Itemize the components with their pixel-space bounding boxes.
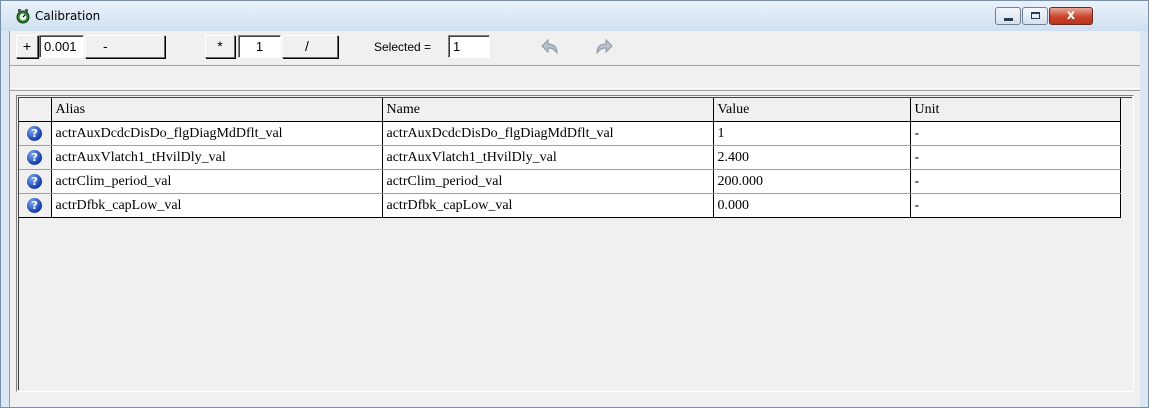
column-header-value[interactable]: Value [713,98,911,122]
selected-input[interactable]: 1 [448,35,490,58]
calibration-window: Calibration x + 0.001 - * 1 / Selected =… [0,0,1149,408]
column-header-unit[interactable]: Unit [910,98,1121,122]
status-bar [10,65,1140,91]
window-title: Calibration [35,9,101,23]
value-cell[interactable]: 2.400 [713,145,911,170]
row-icon-cell: ? [19,145,52,170]
table-row[interactable]: ? actrDfbk_capLow_val actrDfbk_capLow_va… [19,193,1121,218]
help-icon[interactable]: ? [27,125,43,141]
value-cell[interactable]: 200.000 [713,169,911,194]
alias-cell[interactable]: actrAuxVlatch1_tHvilDly_val [51,145,383,170]
redo-arrow-icon[interactable] [590,35,616,58]
maximize-button[interactable] [1022,7,1048,25]
row-icon-cell: ? [19,121,52,146]
step-input[interactable]: 0.001 [39,35,84,58]
undo-arrow-icon[interactable] [538,35,564,58]
calibration-table: Alias Name Value Unit ? actrAuxDcdcDisDo… [19,98,1121,218]
multiply-button[interactable]: * [205,35,235,58]
close-button[interactable]: x [1049,7,1093,25]
value-cell[interactable]: 0.000 [713,193,911,218]
column-header-name[interactable]: Name [382,98,714,122]
increment-button[interactable]: + [16,35,38,58]
maximize-icon [1031,12,1040,19]
table-row[interactable]: ? actrClim_period_val actrClim_period_va… [19,169,1121,194]
name-cell[interactable]: actrClim_period_val [382,169,714,194]
divide-button[interactable]: / [282,35,338,58]
row-indicator-header [19,98,52,122]
name-cell[interactable]: actrAuxDcdcDisDo_flgDiagMdDflt_val [382,121,714,146]
column-header-alias[interactable]: Alias [51,98,383,122]
table-header-row: Alias Name Value Unit [19,98,1121,122]
row-icon-cell: ? [19,169,52,194]
close-icon: x [1066,8,1076,23]
row-icon-cell: ? [19,193,52,218]
selected-label: Selected = [374,40,432,54]
toolbar: + 0.001 - * 1 / Selected = 1 [10,31,1140,63]
alias-cell[interactable]: actrDfbk_capLow_val [51,193,383,218]
name-cell[interactable]: actrDfbk_capLow_val [382,193,714,218]
unit-cell[interactable]: - [910,193,1121,218]
calibration-gauge-icon [16,9,30,24]
unit-cell[interactable]: - [910,145,1121,170]
help-icon[interactable]: ? [27,149,43,165]
table-row[interactable]: ? actrAuxVlatch1_tHvilDly_val actrAuxVla… [19,145,1121,170]
factor-input[interactable]: 1 [238,35,281,58]
title-bar[interactable]: Calibration x [1,1,1148,31]
unit-cell[interactable]: - [910,169,1121,194]
decrement-button[interactable]: - [85,35,165,58]
alias-cell[interactable]: actrAuxDcdcDisDo_flgDiagMdDflt_val [51,121,383,146]
minimize-icon [1004,18,1013,21]
minimize-button[interactable] [995,7,1021,25]
table-row[interactable]: ? actrAuxDcdcDisDo_flgDiagMdDflt_val act… [19,121,1121,146]
help-icon[interactable]: ? [27,173,43,189]
alias-cell[interactable]: actrClim_period_val [51,169,383,194]
value-cell[interactable]: 1 [713,121,911,146]
unit-cell[interactable]: - [910,121,1121,146]
calibration-table-viewport[interactable]: Alias Name Value Unit ? actrAuxDcdcDisDo… [18,97,1132,390]
name-cell[interactable]: actrAuxVlatch1_tHvilDly_val [382,145,714,170]
calibration-table-frame: Alias Name Value Unit ? actrAuxDcdcDisDo… [16,95,1134,392]
help-icon[interactable]: ? [27,197,43,213]
